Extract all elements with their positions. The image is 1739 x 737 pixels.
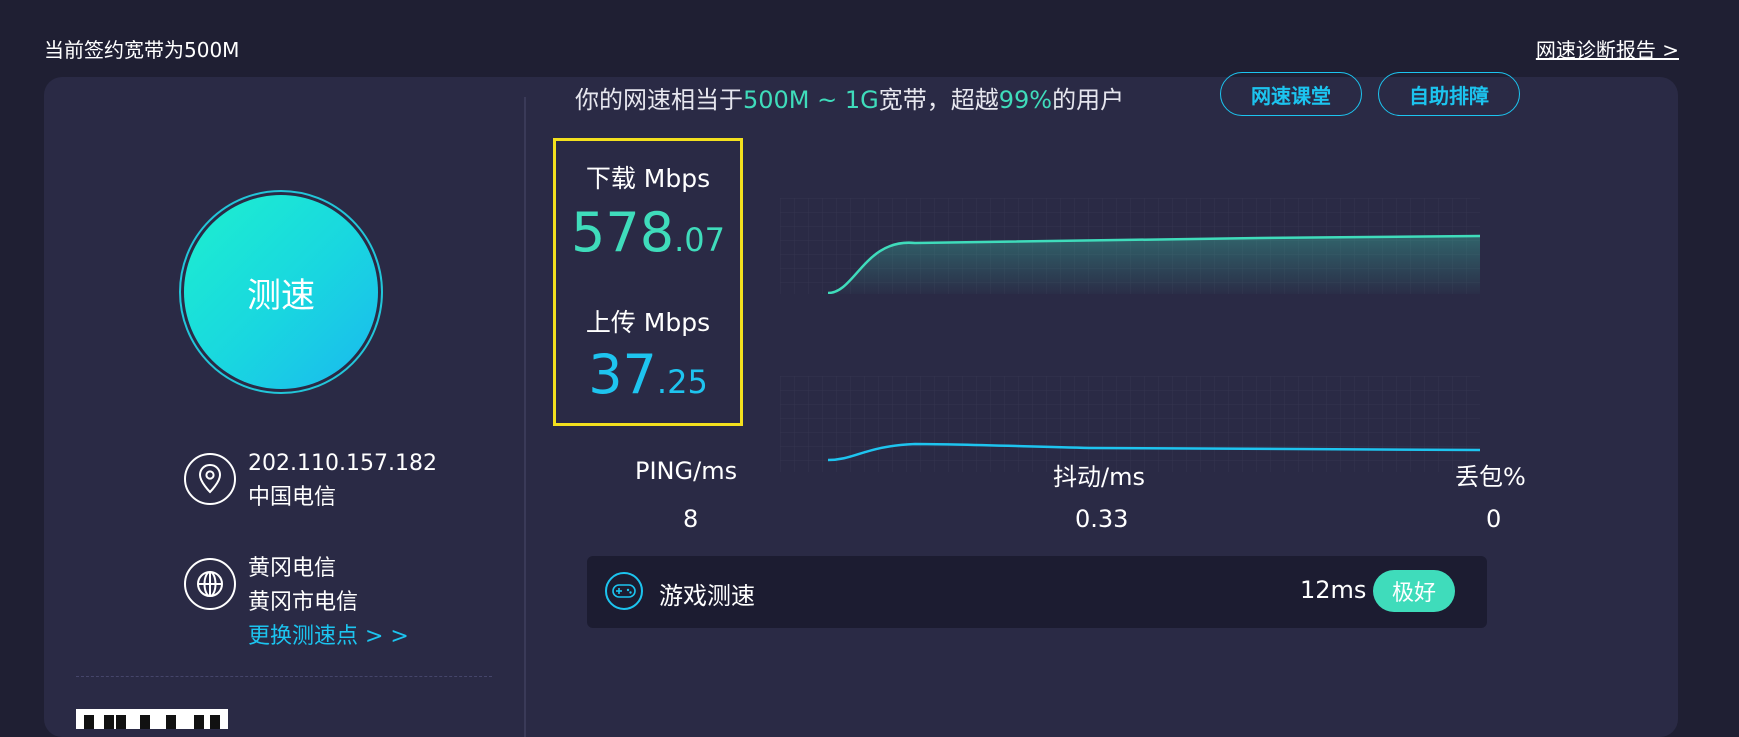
download-dec: .07 [674,221,725,259]
vertical-divider [524,97,526,737]
server-city: 黄冈市电信 [248,590,359,615]
ip-info: 202.110.157.182 中国电信 [184,447,437,515]
speed-summary: 你的网速相当于500M ~ 1G宽带，超越99%的用户 [575,86,1125,114]
game-latency: 12ms [1300,576,1367,604]
dashed-divider [76,676,492,677]
game-rating-badge: 极好 [1373,570,1455,612]
qr-code [76,709,228,729]
speed-course-button[interactable]: 网速课堂 [1220,72,1362,116]
isp-name: 中国电信 [248,485,337,510]
ping-label: PING/ms [635,457,738,485]
download-int: 578 [571,201,675,264]
game-speed-row[interactable]: 游戏测速 12ms 极好 [587,556,1487,628]
troubleshoot-button[interactable]: 自助排障 [1378,72,1520,116]
game-speed-label: 游戏测速 [659,582,755,610]
download-graph-area [828,236,1480,294]
upload-dec: .25 [656,363,708,401]
upload-label: 上传 Mbps [585,308,711,337]
packet-loss-value: 0 [1486,505,1502,533]
gamepad-icon [605,572,643,610]
location-pin-icon [184,453,236,505]
ping-value: 8 [683,505,699,533]
jitter-value: 0.33 [1075,505,1129,533]
speed-range: 500M ~ 1G [743,86,879,114]
download-label: 下载 Mbps [585,164,711,193]
download-speed-graph [780,198,1480,294]
change-server-link[interactable]: 更换测速点 > > [248,620,409,654]
globe-icon [184,558,236,610]
report-link[interactable]: 网速诊断报告 > [1536,34,1679,63]
percentile: 99% [998,86,1053,114]
download-value: 578.07 [556,201,740,264]
ip-address: 202.110.157.182 [248,451,437,476]
upload-value: 37.25 [556,343,740,406]
server-info: 黄冈电信 黄冈市电信 更换测速点 > > [184,552,409,654]
server-name: 黄冈电信 [248,556,337,581]
start-test-button[interactable]: 测速 [184,195,378,389]
speed-readout-box: 下载 Mbps 578.07 上传 Mbps 37.25 [553,138,743,426]
upload-int: 37 [588,343,657,406]
packet-loss-label: 丢包% [1455,463,1526,491]
jitter-label: 抖动/ms [1053,463,1145,491]
plan-text: 当前签约宽带为500M [44,38,240,62]
